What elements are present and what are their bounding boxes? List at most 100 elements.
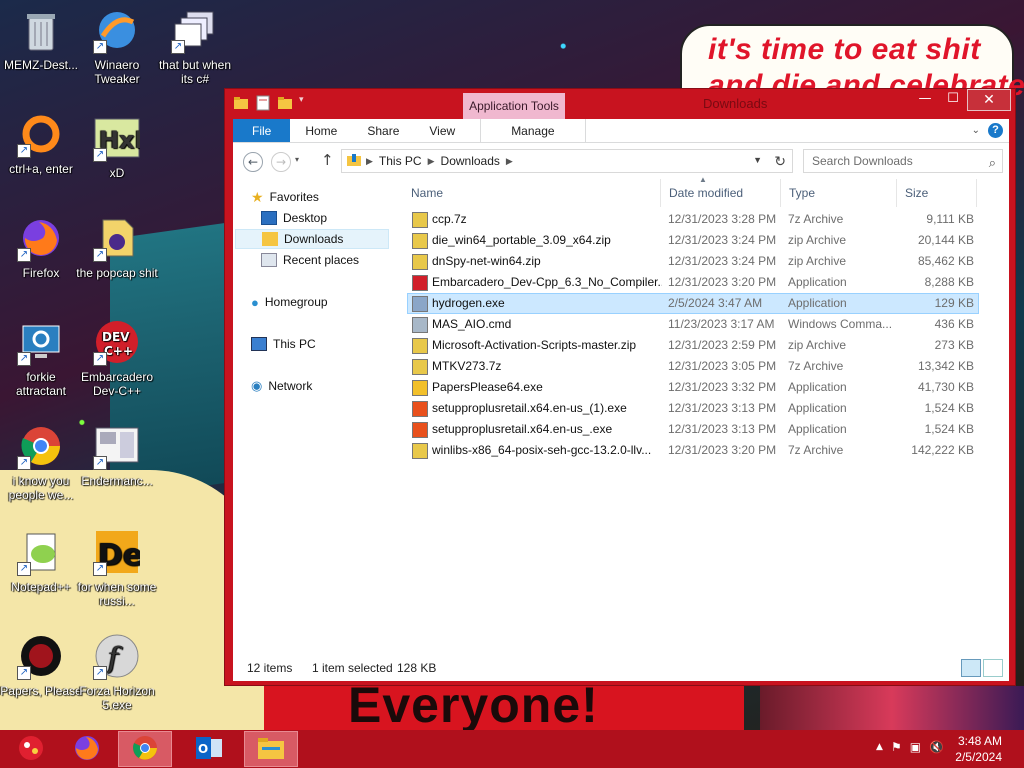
chevron-down-icon[interactable]: ▾ (299, 95, 309, 111)
help-icon[interactable]: ? (988, 123, 1003, 138)
breadcrumb-downloads[interactable]: Downloads (435, 154, 506, 168)
desktop-icon-xd[interactable]: HxD ↗ xD (76, 114, 158, 180)
table-row[interactable]: setupproplusretail.x64.en-us_(1).exe 12/3… (407, 398, 979, 419)
nav-favorites[interactable]: ★ Favorites (251, 187, 319, 207)
breadcrumb-this-pc[interactable]: This PC (373, 154, 428, 168)
column-header-type[interactable]: Type (781, 179, 897, 207)
table-row[interactable]: Microsoft-Activation-Scripts-master.zip 1… (407, 335, 979, 356)
forward-button[interactable]: → (271, 152, 291, 172)
new-folder-icon[interactable] (277, 95, 293, 111)
table-row[interactable]: dnSpy-net-win64.zip 12/31/2023 3:24 PM zip… (407, 251, 979, 272)
recycle-bin-icon (17, 6, 65, 54)
large-icons-view-button[interactable] (983, 659, 1003, 677)
properties-icon[interactable] (255, 95, 271, 111)
expand-ribbon-icon[interactable]: ⌄ (972, 125, 980, 136)
desktop-icon-forza[interactable]: f ↗ Forza Horizon 5.exe (76, 632, 158, 712)
file-name: hydrogen.exe (432, 296, 505, 310)
tab-file[interactable]: File (233, 119, 291, 142)
nav-homegroup[interactable]: ● Homegroup (251, 292, 328, 312)
table-row[interactable]: MAS_AIO.cmd 11/23/2023 3:17 AM Windows Com… (407, 314, 979, 335)
table-row[interactable]: setupproplusretail.x64.en-us_.exe 12/31/2… (407, 419, 979, 440)
column-header-name[interactable]: Name (403, 179, 661, 207)
file-size: 129 KB (934, 296, 974, 310)
shortcut-arrow-icon: ↗ (17, 456, 31, 470)
desktop-icon-firefox[interactable]: ↗ Firefox (0, 214, 82, 280)
homegroup-icon: ● (251, 294, 259, 310)
desktop-icon-popcap[interactable]: ↗ the popcap shit (76, 214, 158, 280)
action-center-icon[interactable]: ⚑ (891, 740, 902, 754)
taskbar-outlook[interactable]: O (182, 731, 236, 767)
tab-home[interactable]: Home (290, 119, 352, 142)
back-button[interactable]: ← (243, 152, 263, 172)
nav-desktop[interactable]: Desktop (261, 208, 327, 228)
desktop-icon-chrome[interactable]: ↗ i know you people we... (0, 422, 82, 502)
tab-manage[interactable]: Manage (480, 119, 586, 142)
column-header-size[interactable]: Size (897, 179, 977, 207)
nav-recent-places[interactable]: Recent places (261, 250, 359, 270)
desktop-icon-ctrl-a[interactable]: ↗ ctrl+a, enter (0, 110, 82, 176)
desktop-icon-that-but[interactable]: ↗ that but when its c# (154, 6, 236, 86)
file-date: 12/31/2023 3:05 PM (668, 359, 777, 373)
desktop-icon-notepadpp[interactable]: ↗ Notepad++ (0, 528, 82, 594)
start-button[interactable] (4, 731, 58, 767)
desktop-icon-label: the popcap shit (76, 266, 158, 280)
desktop-icon-label: i know you people we... (8, 474, 74, 502)
title-bar[interactable]: ▾ Application Tools Downloads — ☐ ✕ (225, 89, 1015, 119)
column-header-date[interactable]: Date modified (661, 179, 781, 207)
minimize-button[interactable]: — (911, 89, 939, 111)
nav-downloads[interactable]: Downloads (235, 229, 389, 249)
table-row[interactable]: die_win64_portable_3.09_x64.zip 12/31/202… (407, 230, 979, 251)
details-view-button[interactable] (961, 659, 981, 677)
folder-icon[interactable] (233, 95, 249, 111)
desktop-icon-forkie[interactable]: ↗ forkie attractant (0, 318, 82, 398)
taskbar-firefox[interactable] (60, 731, 114, 767)
taskbar-clock[interactable]: 3:48 AM 2/5/2024 (955, 733, 1002, 765)
nav-network[interactable]: ◉ Network (251, 376, 312, 396)
table-row[interactable]: winlibs-x86_64-posix-seh-gcc-13.2.0-llv.… (407, 440, 979, 461)
outlook-icon: O (194, 734, 224, 765)
table-row[interactable]: ccp.7z 12/31/2023 3:28 PM 7z Archive 9,111 … (407, 209, 979, 230)
search-input[interactable]: Search Downloads ⌕ (803, 149, 1003, 173)
taskbar-file-explorer[interactable] (244, 731, 298, 767)
explorer-window[interactable]: ▾ Application Tools Downloads — ☐ ✕ File… (224, 88, 1016, 686)
file-list[interactable]: Name ▲ Date modified Type Size ccp.7z 12/… (403, 175, 1009, 659)
desktop-icon-enderman[interactable]: ↗ Endermanc... (76, 422, 158, 488)
file-name: die_win64_portable_3.09_x64.zip (432, 233, 611, 247)
recent-locations-icon[interactable]: ▾ (295, 155, 299, 164)
nav-this-pc[interactable]: This PC (251, 334, 316, 354)
file-explorer-icon (256, 735, 286, 764)
maximize-button[interactable]: ☐ (939, 89, 967, 111)
up-button[interactable]: ↑ (321, 151, 334, 169)
desktop-icon-papers-please[interactable]: ↗ Papers, Please (0, 632, 82, 698)
refresh-icon[interactable]: ↻ (774, 153, 786, 170)
desktop-icon-de[interactable]: De ↗ for when some russi... (76, 528, 158, 608)
table-row[interactable]: Embarcadero_Dev-Cpp_6.3_No_Compiler... 12… (407, 272, 979, 293)
network-icon: ◉ (251, 378, 263, 393)
table-row[interactable]: hydrogen.exe 2/5/2024 3:47 AM Application 1… (407, 293, 979, 314)
tab-view[interactable]: View (414, 119, 470, 142)
downloads-folder-icon (342, 153, 366, 170)
explorer-content: File Home Share View Manage ⌄ ? ← → ▾ ↑ … (233, 119, 1009, 681)
taskbar-chrome[interactable] (118, 731, 172, 767)
chevron-down-icon[interactable]: ▼ (753, 155, 762, 165)
status-bar: 12 items 1 item selected 128 KB (233, 655, 1009, 681)
tab-share[interactable]: Share (352, 119, 414, 142)
volume-muted-icon[interactable]: 🔇 (929, 740, 944, 754)
table-row[interactable]: PapersPlease64.exe 12/31/2023 3:32 PM Appl… (407, 377, 979, 398)
file-date: 12/31/2023 3:13 PM (668, 401, 777, 415)
search-icon[interactable]: ⌕ (989, 152, 996, 174)
star-icon: ★ (251, 188, 264, 205)
shortcut-arrow-icon: ↗ (17, 248, 31, 262)
table-row[interactable]: MTKV273.7z 12/31/2023 3:05 PM 7z Archive 13… (407, 356, 979, 377)
network-tray-icon[interactable]: ▣ (910, 740, 921, 754)
navigation-pane: ★ Favorites Desktop Downloads Recent pla… (233, 179, 393, 659)
file-size: 1,524 KB (924, 422, 974, 436)
computer-icon (251, 337, 267, 351)
file-type: Windows Comma... (788, 317, 893, 331)
close-button[interactable]: ✕ (967, 89, 1011, 111)
show-hidden-icons-icon[interactable]: ▲ (876, 740, 883, 754)
desktop-icon-winaero[interactable]: ↗ Winaero Tweaker (76, 6, 158, 86)
desktop-icon-devcpp[interactable]: DEV C++ ↗ Embarcadero Dev-C++ (76, 318, 158, 398)
desktop-icon-memz[interactable]: MEMZ-Dest... (0, 6, 82, 72)
address-bar[interactable]: ▶ This PC ▶ Downloads ▶ ▼ ↻ (341, 149, 793, 173)
